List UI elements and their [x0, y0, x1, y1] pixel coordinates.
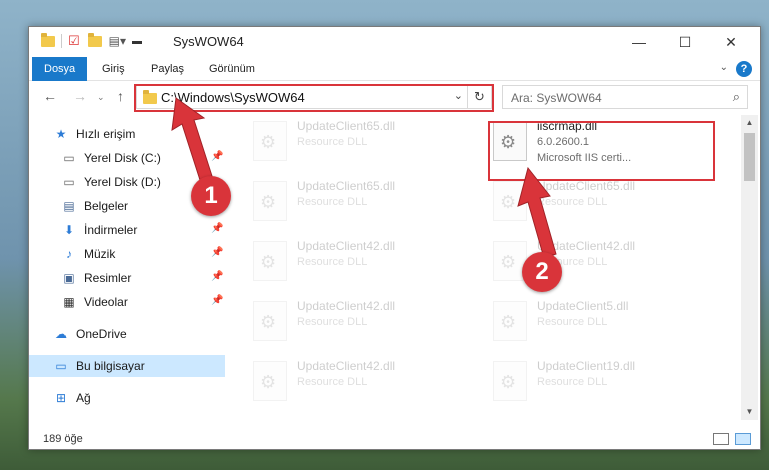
step-marker-1: 1: [191, 176, 231, 216]
step-marker-2: 2: [522, 252, 562, 292]
annotation-arrows: [171, 97, 557, 259]
arrow-2: [517, 166, 557, 259]
arrow-1: [171, 97, 213, 181]
